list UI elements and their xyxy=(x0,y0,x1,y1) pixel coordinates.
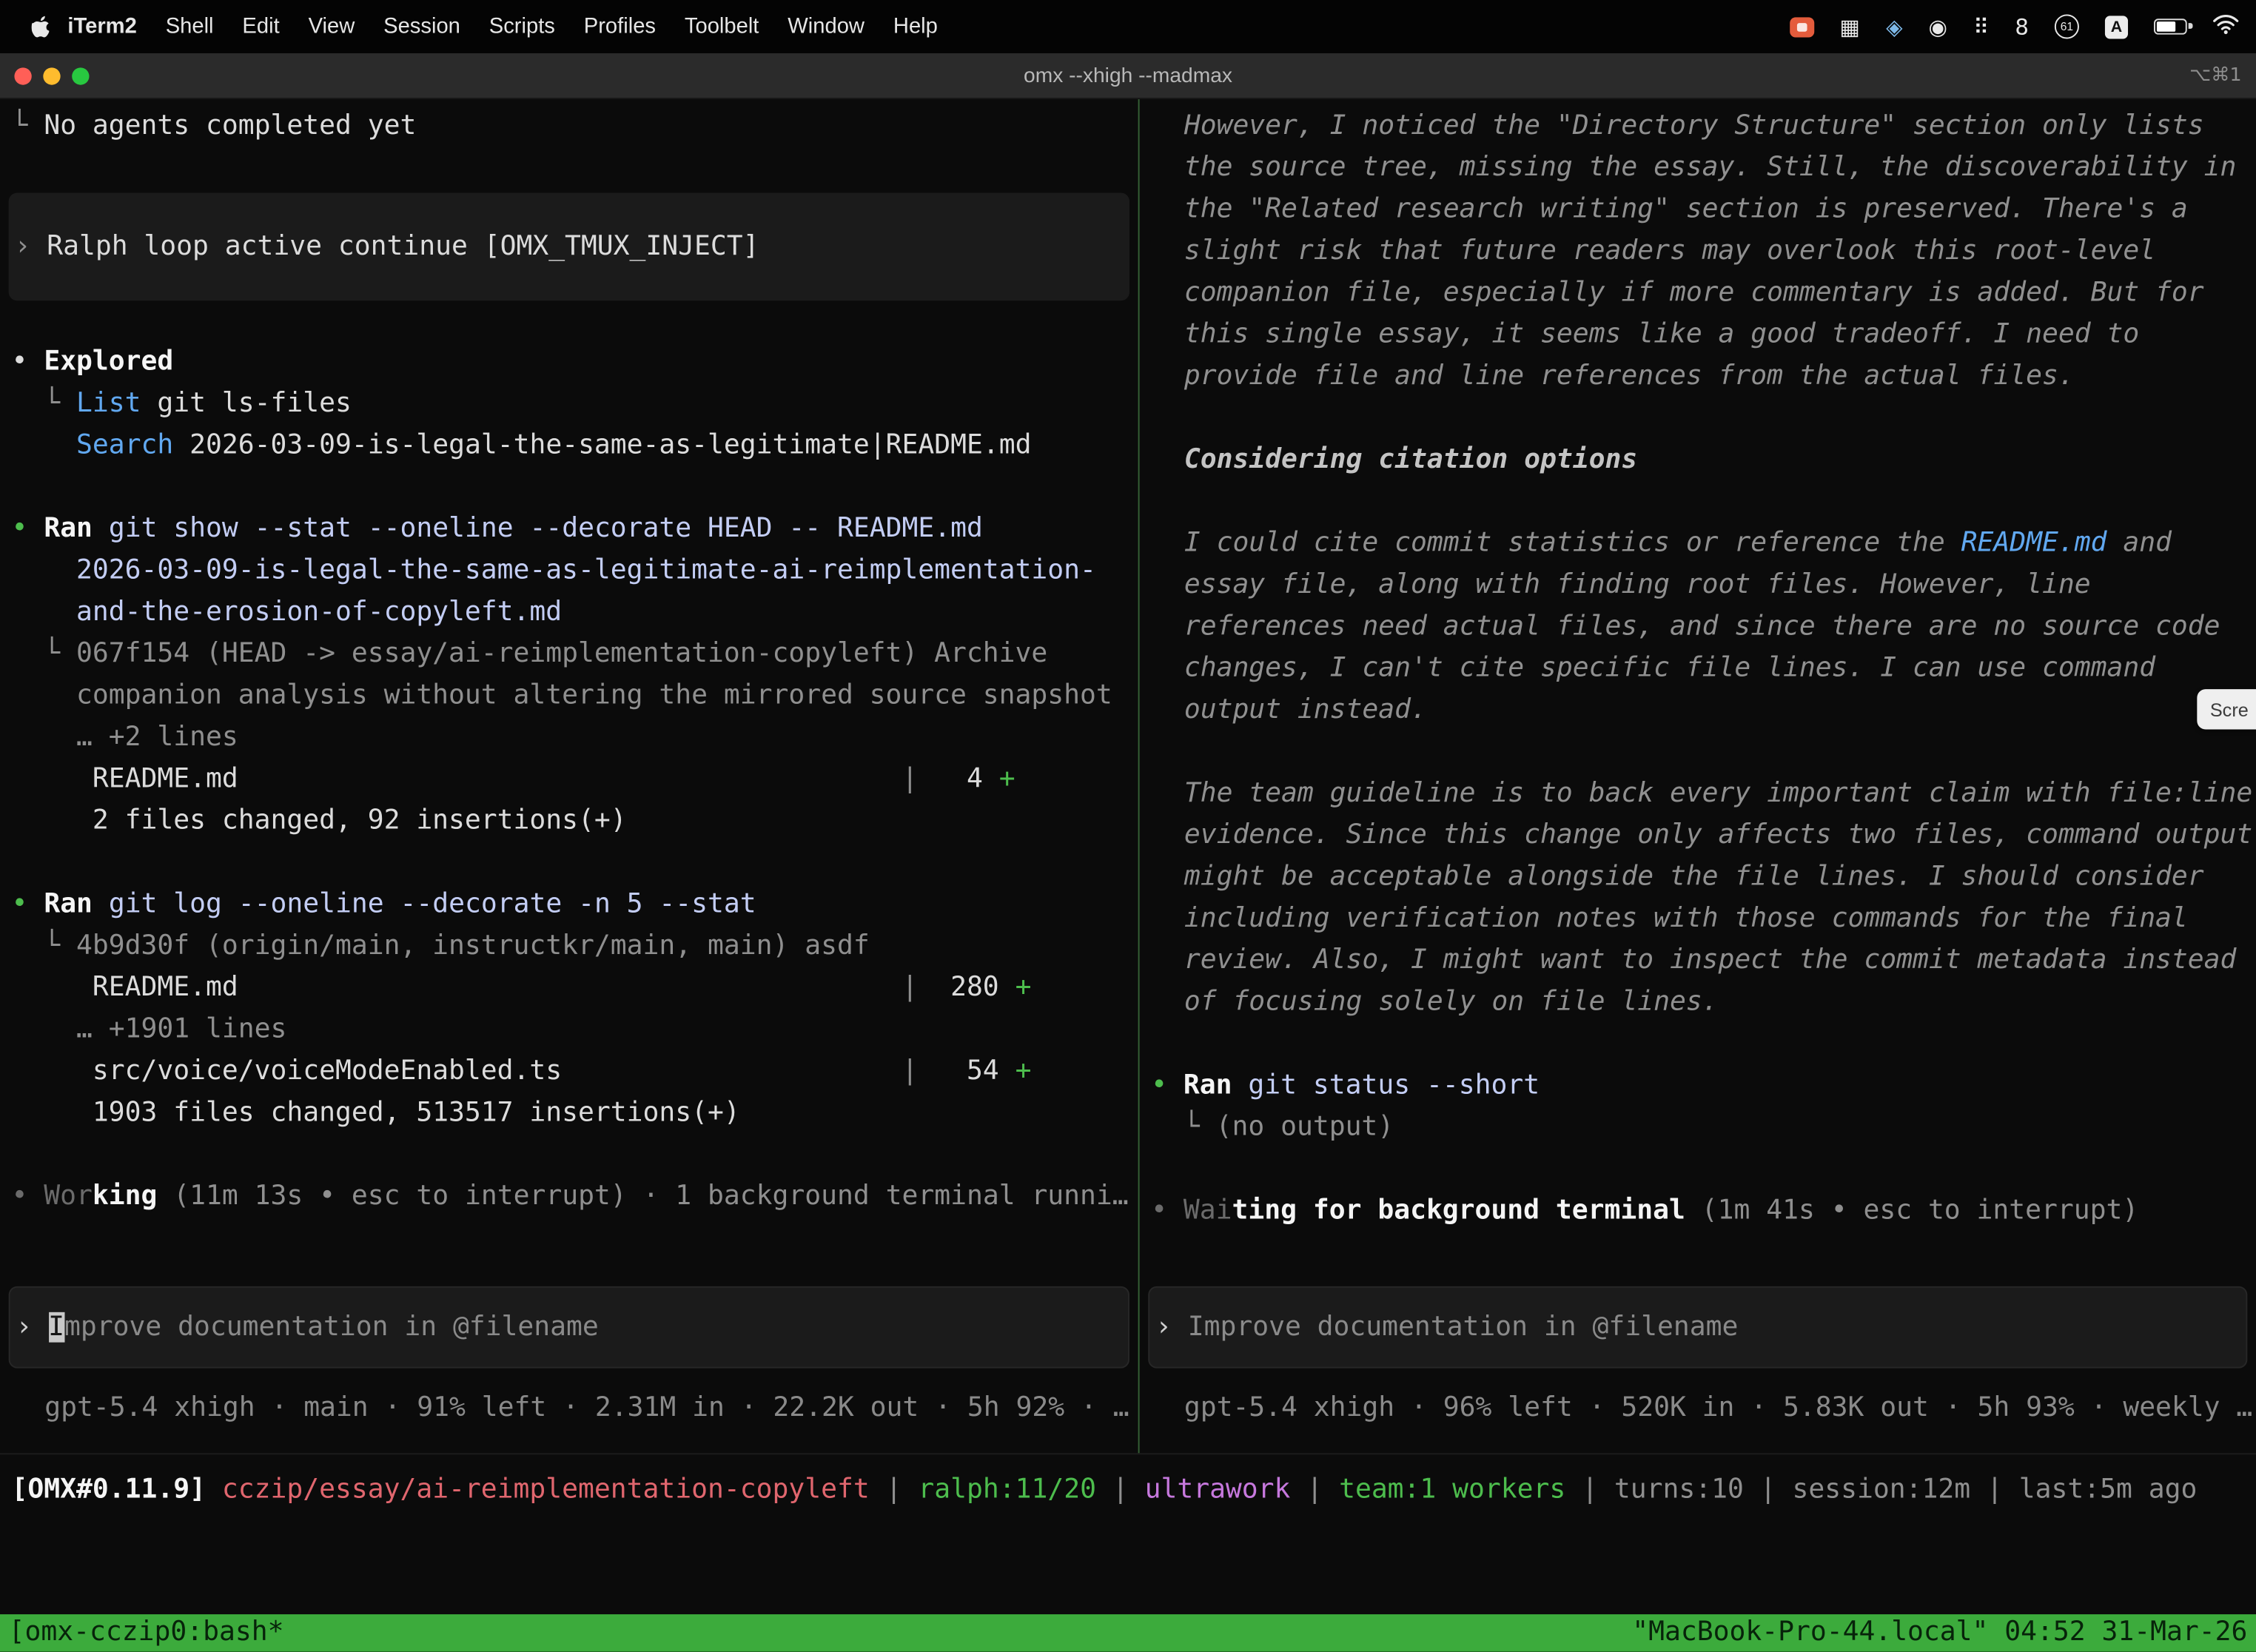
app-8-icon[interactable]: 8 xyxy=(2015,13,2029,39)
text-cursor: I xyxy=(48,1312,64,1343)
terminal-line xyxy=(1151,731,2256,773)
prompt-chevron: › xyxy=(1155,1312,1188,1343)
menu-item-view[interactable]: View xyxy=(294,14,369,38)
terminal-line: • Ran git show --stat --oneline --decora… xyxy=(12,508,1138,549)
session-status-line: gpt-5.4 xhigh · main · 91% left · 2.31M … xyxy=(0,1387,1138,1428)
terminal-paragraph: However, I noticed the "Directory Struct… xyxy=(1151,105,2256,397)
terminal-line xyxy=(1151,480,2256,522)
menu-app-name[interactable]: iTerm2 xyxy=(67,14,136,38)
menu-item-shell[interactable]: Shell xyxy=(151,14,228,38)
terminal-paragraph: Considering citation options xyxy=(1151,439,2256,480)
terminal-line: › Ralph loop active continue [OMX_TMUX_I… xyxy=(14,226,1124,267)
menu-item-edit[interactable]: Edit xyxy=(228,14,294,38)
menu-items: ShellEditViewSessionScriptsProfilesToolb… xyxy=(151,14,952,38)
left-pane-bottom: › Improve documentation in @filename gpt… xyxy=(0,1286,1138,1428)
dots-grid-icon[interactable]: ⠿ xyxy=(1973,13,1989,39)
terminal-line: README.md | 280 + xyxy=(12,967,1138,1008)
terminal-line: • Explored xyxy=(12,341,1138,383)
terminal-line: [OMX#0.11.9] cczip/essay/ai-reimplementa… xyxy=(12,1469,2256,1511)
apple-menu-icon[interactable] xyxy=(32,15,50,38)
terminal-line: └ 4b9d30f (origin/main, instructkr/main,… xyxy=(12,925,1138,967)
grid-icon[interactable]: ▦ xyxy=(1840,13,1861,39)
right-pane[interactable]: However, I noticed the "Directory Struct… xyxy=(1140,99,2256,1453)
omx-status-bar: [OMX#0.11.9] cczip/essay/ai-reimplementa… xyxy=(12,1469,2256,1511)
terminal-line: 1903 files changed, 513517 insertions(+) xyxy=(12,1092,1138,1133)
terminal-line xyxy=(12,466,1138,508)
macos-menu-bar: iTerm2 ShellEditViewSessionScriptsProfil… xyxy=(0,0,2256,53)
session-status-line: gpt-5.4 xhigh · 96% left · 520K in · 5.8… xyxy=(1140,1387,2256,1428)
prompt-input[interactable]: › Improve documentation in @filename xyxy=(9,1286,1129,1369)
screen: iTerm2 ShellEditViewSessionScriptsProfil… xyxy=(0,0,2256,1652)
tmux-session-window[interactable]: [omx-cczip0:bash* xyxy=(9,1614,284,1652)
pane-bottom-border xyxy=(0,1453,2256,1454)
terminal-line: • Working (11m 13s • esc to interrupt) ·… xyxy=(12,1175,1138,1217)
wifi-icon[interactable] xyxy=(2213,13,2239,39)
right-pane-content: However, I noticed the "Directory Struct… xyxy=(1151,105,2256,1232)
window-title: omx --xhigh --madmax xyxy=(0,64,2256,87)
window-shortcut-badge: ⌥⌘1 xyxy=(2189,64,2241,86)
terminal-line xyxy=(1151,1023,2256,1064)
screen-overlay-label: Scre xyxy=(2210,699,2249,720)
input-placeholder: mprove documentation in @filename xyxy=(64,1312,599,1343)
terminal-line: • Ran git status --short xyxy=(1151,1064,2256,1106)
menu-item-toolbelt[interactable]: Toolbelt xyxy=(670,14,773,38)
terminal-line: 2026-03-09-is-legal-the-same-as-legitima… xyxy=(12,550,1138,591)
menu-item-session[interactable]: Session xyxy=(369,14,475,38)
terminal-line: └ No agents completed yet xyxy=(12,105,1138,147)
terminal-line xyxy=(12,1134,1138,1175)
window-controls xyxy=(0,67,90,84)
menu-item-window[interactable]: Window xyxy=(773,14,879,38)
terminal-line: • Waiting for background terminal (1m 41… xyxy=(1151,1190,2256,1232)
battery-icon[interactable] xyxy=(2154,19,2187,34)
menu-item-help[interactable]: Help xyxy=(879,14,952,38)
minimize-button[interactable] xyxy=(43,67,60,84)
prompt-chevron: › xyxy=(16,1312,48,1343)
terminal-line: • Ran git log --oneline --decorate -n 5 … xyxy=(12,884,1138,925)
terminal-line: 2 files changed, 92 insertions(+) xyxy=(12,800,1138,842)
menu-bar-status-icons: ▦ ◈ ◉ ⠿ 8 61 A xyxy=(1789,13,2238,39)
right-pane-bottom: › Improve documentation in @filename gpt… xyxy=(1140,1286,2256,1428)
terminal-line: └ List git ls-files xyxy=(12,383,1138,424)
screen-overlay-button[interactable]: Scre xyxy=(2197,689,2256,729)
terminal-line xyxy=(12,842,1138,883)
terminal-paragraph: I could cite commit statistics or refere… xyxy=(1151,523,2256,731)
injected-message-box: › Ralph loop active continue [OMX_TMUX_I… xyxy=(9,192,1129,300)
left-pane[interactable]: └ No agents completed yet › Ralph loop a… xyxy=(0,99,1138,1453)
prompt-input[interactable]: › Improve documentation in @filename xyxy=(1148,1286,2247,1369)
terminal-line: companion analysis without altering the … xyxy=(12,675,1138,716)
left-pane-content: • Explored └ List git ls-files Search 20… xyxy=(12,341,1138,1218)
menu-item-profiles[interactable]: Profiles xyxy=(569,14,670,38)
input-placeholder: Improve documentation in @filename xyxy=(1188,1312,1739,1343)
terminal-line: Search 2026-03-09-is-legal-the-same-as-l… xyxy=(12,424,1138,466)
input-source-icon[interactable]: A xyxy=(2105,15,2128,38)
terminal-line: └ 067f154 (HEAD -> essay/ai-reimplementa… xyxy=(12,633,1138,674)
terminal-line xyxy=(1151,1148,2256,1189)
terminal-line: … +1901 lines xyxy=(12,1009,1138,1050)
terminal: └ No agents completed yet › Ralph loop a… xyxy=(0,99,2256,1651)
sparkle-icon[interactable]: ◈ xyxy=(1886,13,1902,39)
tmux-host-clock: "MacBook-Pro-44.local" 04:52 31-Mar-26 xyxy=(1632,1614,2247,1652)
circle-app-icon[interactable]: ◉ xyxy=(1929,13,1947,39)
menu-item-scripts[interactable]: Scripts xyxy=(474,14,569,38)
terminal-paragraph: The team guideline is to back every impo… xyxy=(1151,773,2256,1023)
terminal-line: └ (no output) xyxy=(1151,1107,2256,1148)
tmux-status-bar: [omx-cczip0:bash* "MacBook-Pro-44.local"… xyxy=(0,1614,2256,1652)
left-pane-top: └ No agents completed yet xyxy=(12,105,1138,147)
terminal-line: and-the-erosion-of-copyleft.md xyxy=(12,591,1138,633)
terminal-line: README.md | 4 + xyxy=(12,758,1138,799)
gauge-icon[interactable]: 61 xyxy=(2055,14,2079,38)
screen-recording-indicator-icon[interactable] xyxy=(1789,16,1813,36)
window-title-bar: omx --xhigh --madmax ⌥⌘1 xyxy=(0,53,2256,99)
close-button[interactable] xyxy=(14,67,31,84)
terminal-line: … +2 lines xyxy=(12,716,1138,758)
terminal-line xyxy=(1151,397,2256,439)
terminal-line: src/voice/voiceModeEnabled.ts | 54 + xyxy=(12,1050,1138,1092)
zoom-button[interactable] xyxy=(72,67,89,84)
